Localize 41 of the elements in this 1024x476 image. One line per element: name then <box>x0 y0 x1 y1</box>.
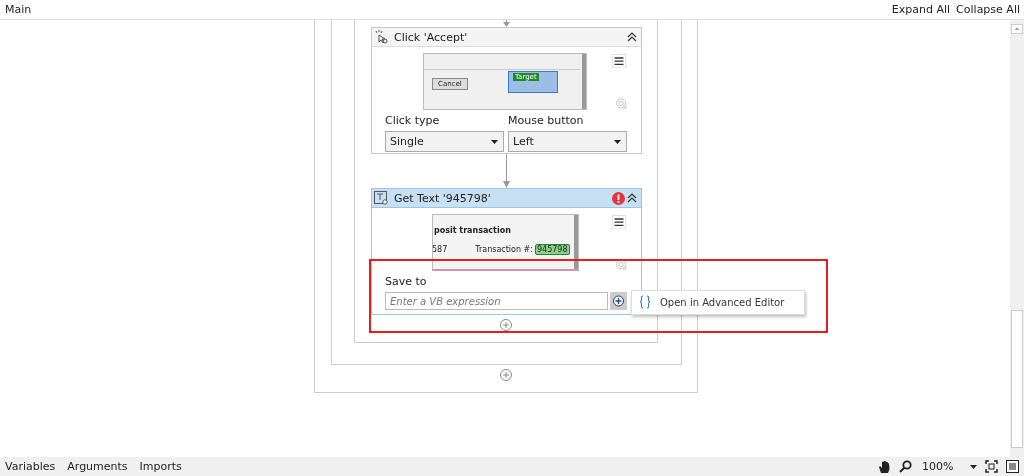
scrollbar[interactable] <box>1010 20 1024 457</box>
field-label: Click type <box>385 114 441 127</box>
caret-icon <box>614 139 621 144</box>
field-label: Save to <box>385 275 428 288</box>
add-icon[interactable] <box>610 292 627 310</box>
connector-arrow <box>501 20 511 27</box>
collapse-icon[interactable] <box>627 193 637 203</box>
search-icon[interactable] <box>899 460 912 473</box>
panel-tab[interactable]: Variables <box>5 460 56 473</box>
toolbar-link[interactable]: Expand All <box>891 3 951 16</box>
menu-icon[interactable] <box>610 54 627 69</box>
target-icon[interactable] <box>615 259 628 271</box>
activity-header[interactable]: Get Text '945798' <box>372 189 641 208</box>
hand-icon[interactable] <box>878 460 891 473</box>
field-label: Mouse button <box>508 114 585 127</box>
text-icon <box>374 191 388 205</box>
collapse-icon[interactable] <box>627 32 637 42</box>
preview-heading: posit transaction <box>434 226 511 235</box>
preview-label: Transaction #: <box>475 245 533 254</box>
preview-text: 587 <box>433 245 448 254</box>
caret-icon <box>491 139 498 144</box>
panel-tab[interactable]: Imports <box>139 460 182 473</box>
dropdown[interactable]: Left <box>508 131 627 152</box>
menu-icon[interactable] <box>610 215 627 230</box>
target-highlight: 945798 <box>535 244 570 255</box>
zoom-level[interactable]: 100% <box>922 460 962 473</box>
menu-item[interactable]: Open in Advanced Editor <box>632 291 804 313</box>
click-icon <box>374 30 388 44</box>
caret-icon[interactable] <box>970 464 977 469</box>
overview-icon[interactable] <box>1006 460 1019 473</box>
dropdown[interactable]: Single <box>385 131 504 152</box>
toolbar-link[interactable]: Collapse All <box>956 3 1020 16</box>
braces-icon <box>640 295 650 309</box>
panel-tab[interactable]: Arguments <box>67 460 128 473</box>
connector-arrow <box>501 154 511 188</box>
designer-title: Main <box>5 3 32 16</box>
fit-screen-icon[interactable] <box>985 460 998 473</box>
add-activity-icon[interactable] <box>500 319 512 331</box>
activity-header[interactable]: Click 'Accept' <box>372 28 641 47</box>
add-activity-icon[interactable] <box>500 369 512 381</box>
expression-field[interactable]: Enter a VB expression <box>385 292 608 310</box>
